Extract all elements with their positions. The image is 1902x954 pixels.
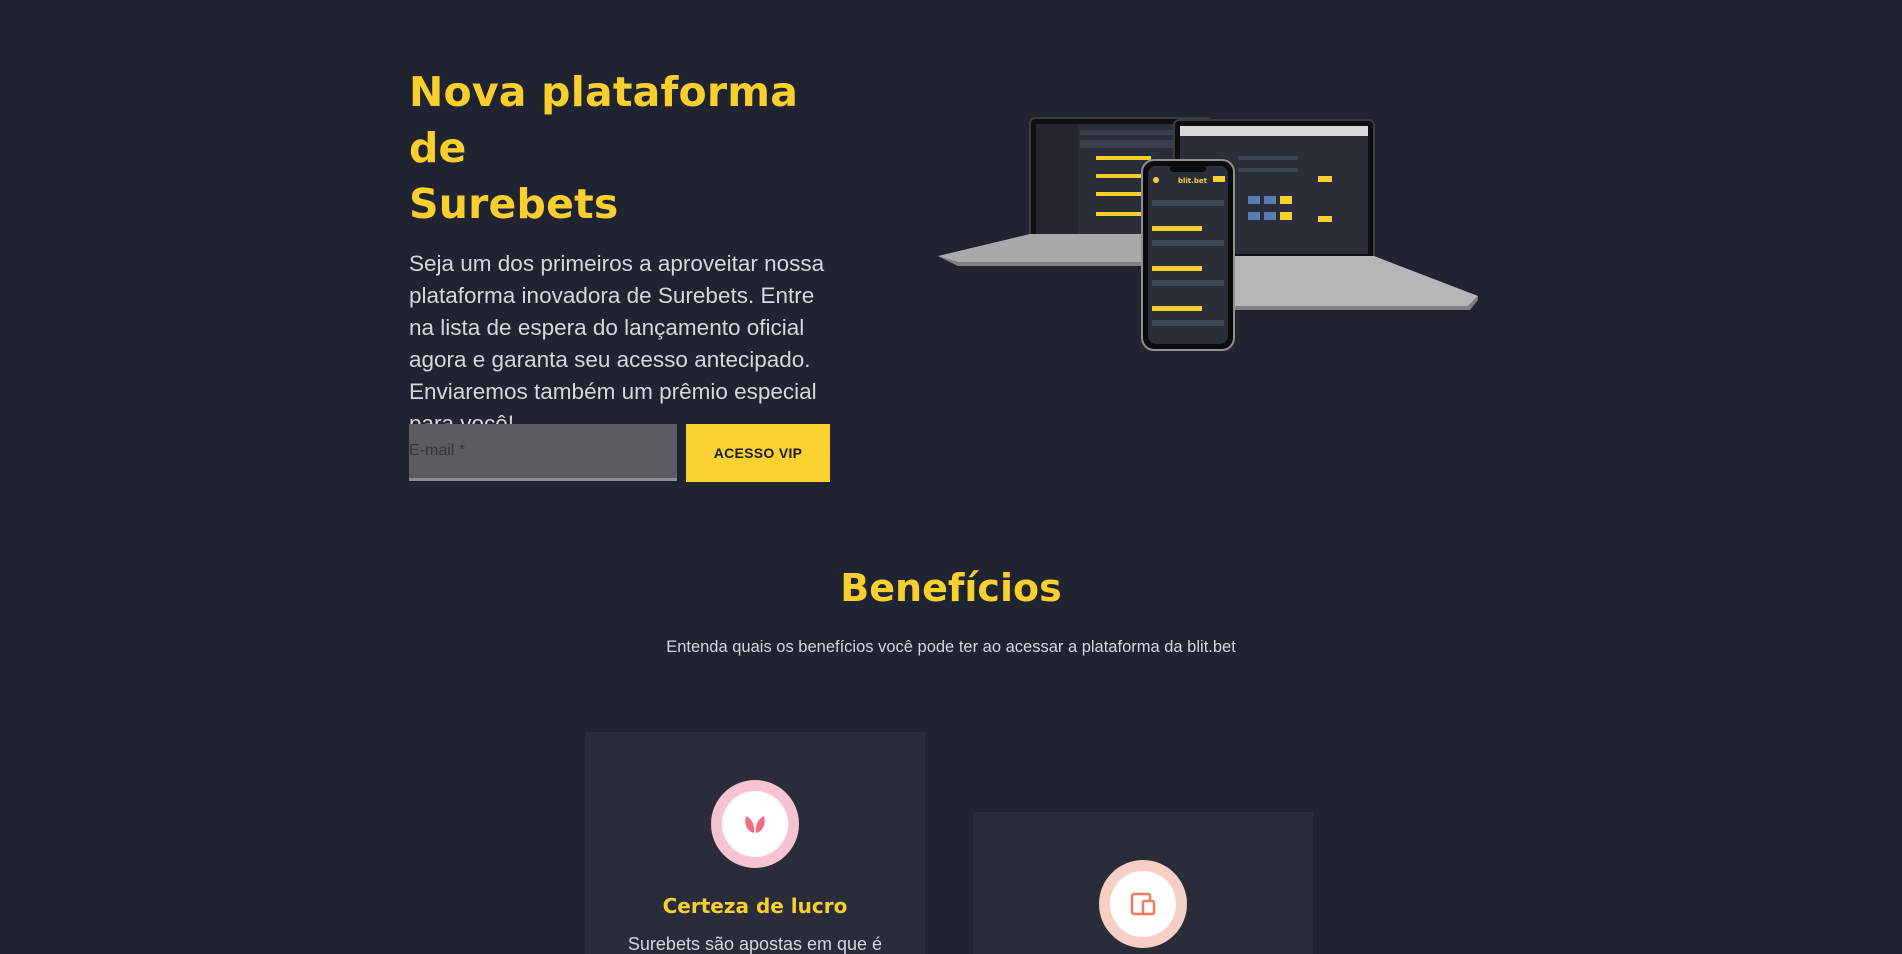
benefit-icon-ring [1099, 860, 1187, 948]
phone-mockup: blit.bet [1141, 159, 1235, 351]
vip-access-button[interactable]: ACESSO VIP [686, 424, 830, 482]
email-input[interactable] [409, 424, 677, 481]
benefits-subtitle: Entenda quais os benefícios você pode te… [666, 638, 1236, 656]
hero-title-line2: Surebets [409, 180, 619, 228]
hero-description: Seja um dos primeiros a aproveitar nossa… [409, 251, 825, 436]
devices-icon [1110, 871, 1176, 937]
mockup-brand-label: blit.bet [1178, 177, 1208, 185]
benefit-card-title: Certeza de lucro [662, 894, 848, 918]
benefits-title: Benefícios [840, 566, 1062, 610]
leaf-icon [722, 791, 788, 857]
benefit-card-text: Surebets são apostas em que é [627, 934, 883, 954]
hero-section: Nova plataforma de Surebets Seja um dos … [409, 64, 839, 440]
signup-form: ACESSO VIP [409, 424, 830, 482]
hero-title: Nova plataforma de Surebets [409, 64, 839, 232]
devices-mockup-image: blit.bet [938, 117, 1478, 351]
benefit-icon-ring [711, 780, 799, 868]
benefit-card-profit: Certeza de lucro Surebets são apostas em… [585, 732, 925, 954]
hero-title-line1: Nova plataforma de [409, 68, 799, 172]
benefit-card-devices [973, 812, 1313, 954]
